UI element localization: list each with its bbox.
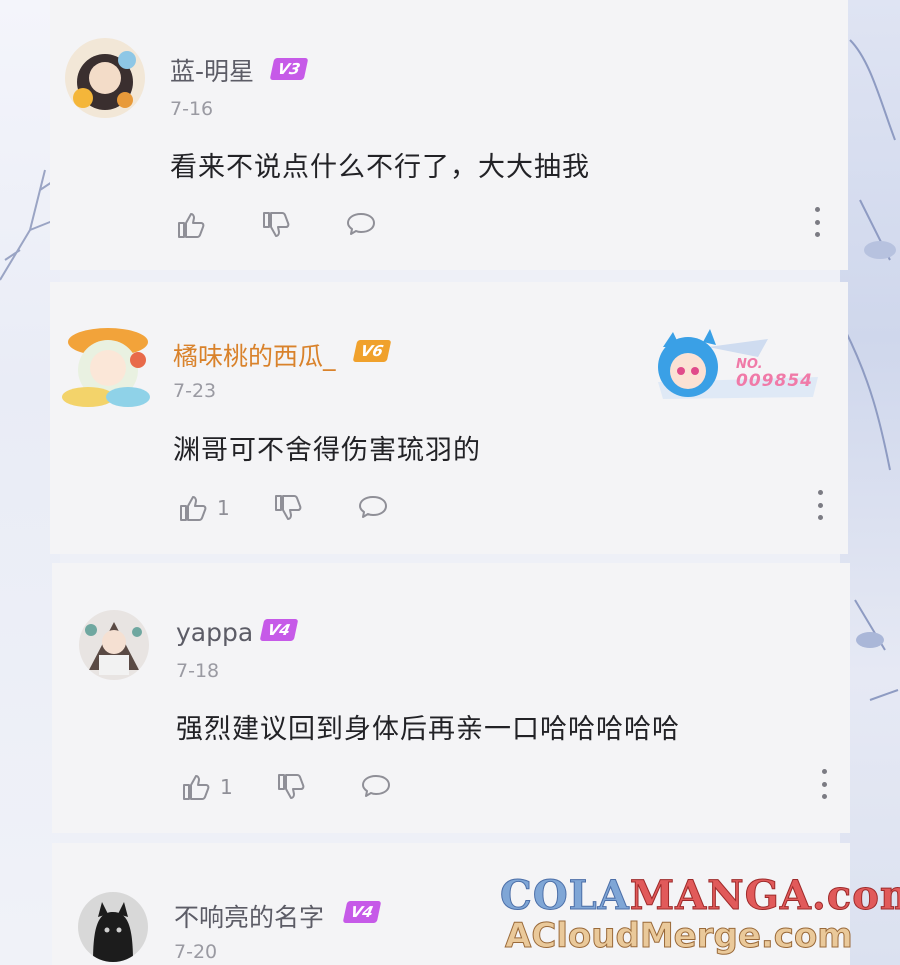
like-button[interactable]: 1 [180,771,275,803]
more-options-button[interactable] [812,207,822,237]
comment-text: 渊哥可不舍得伤害琉羽的 [173,435,481,466]
level-badge: V4 [259,619,299,641]
level-badge: V3 [269,58,309,80]
username[interactable]: 蓝-明星 [170,52,254,88]
username[interactable]: 橘味桃的西瓜_ [173,337,336,373]
fan-badge-number: 009854 [736,371,813,391]
more-vertical-icon [814,207,820,212]
comment-date: 7-23 [173,380,217,402]
more-vertical-icon [821,769,827,774]
thumbs-up-icon [180,496,207,521]
more-vertical-icon [817,490,823,495]
reply-button[interactable] [360,771,392,803]
watermark: COLAMANGA.com ACloudMerge.com [500,872,900,965]
username[interactable]: yappa [176,618,253,647]
thumbs-down-icon [263,212,290,237]
watermark-site-1: COLAMANGA.com [500,872,900,920]
level-badge: V4 [342,901,382,923]
comment-text: 看来不说点什么不行了，大大抽我 [170,152,590,183]
thumbs-down-icon [275,495,302,520]
comment-actions: 1 [177,488,389,528]
comment-date: 7-16 [170,98,214,120]
fan-badge: NO. 009854 [648,327,823,402]
comment-bubble-icon [347,213,375,235]
comment-card: yappa V4 7-18 强烈建议回到身体后再亲一口哈哈哈哈哈 1 [52,563,850,833]
thumbs-up-icon [178,213,205,238]
thumbs-up-icon [183,775,210,800]
comment-actions [175,205,377,245]
more-options-button[interactable] [815,490,825,520]
comment-card: 橘味桃的西瓜_ V6 7-23 NO. 009854 渊哥可不舍得伤害琉羽的 1 [50,282,848,554]
thumbs-down-icon [278,774,305,799]
level-badge: V6 [352,340,392,362]
avatar[interactable] [58,312,158,412]
comment-card: 蓝-明星 V3 7-16 看来不说点什么不行了，大大抽我 [50,0,848,270]
avatar[interactable] [65,38,145,118]
watermark-site-2: ACloudMerge.com [505,916,854,957]
dislike-button[interactable] [275,771,360,803]
dislike-button[interactable] [272,492,357,524]
like-count: 1 [220,775,233,799]
like-count: 1 [217,496,230,520]
reply-button[interactable] [345,209,377,241]
username[interactable]: 不响亮的名字 [174,898,324,934]
fan-badge-label: NO. [736,357,763,372]
avatar[interactable] [79,610,149,680]
comment-text: 强烈建议回到身体后再亲一口哈哈哈哈哈 [176,714,680,745]
comment-actions: 1 [180,767,392,807]
comment-date: 7-20 [174,941,218,963]
more-options-button[interactable] [819,769,829,799]
comment-date: 7-18 [176,660,220,682]
comment-bubble-icon [362,775,390,797]
avatar[interactable] [78,892,148,962]
reply-button[interactable] [357,492,389,524]
comment-bubble-icon [359,496,387,518]
like-button[interactable]: 1 [177,492,272,524]
like-button[interactable] [175,209,260,241]
dislike-button[interactable] [260,209,345,241]
